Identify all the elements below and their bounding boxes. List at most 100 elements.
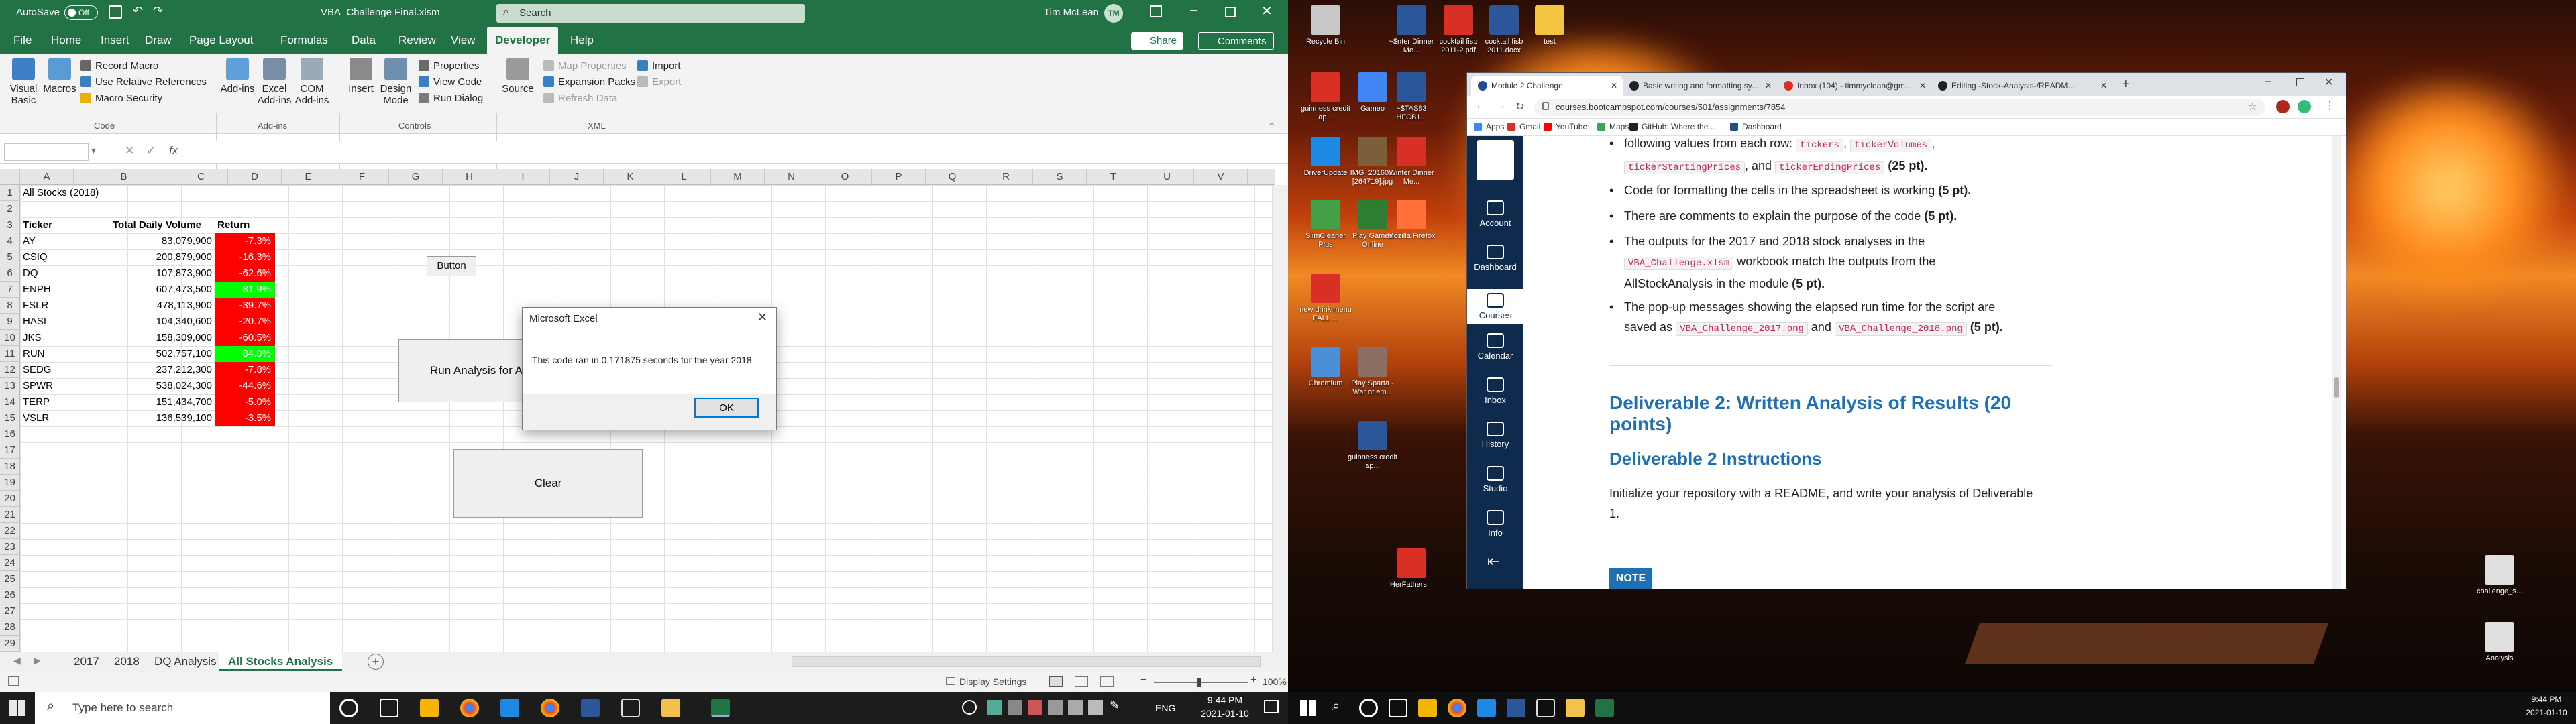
ribbon-tab-formulas[interactable]: Formulas [272,27,336,54]
name-box[interactable] [4,143,89,161]
insert-control-button[interactable]: Insert [342,58,380,95]
volume-cell[interactable]: 478,113,900 [74,298,212,314]
column-header-n[interactable]: N [765,169,818,185]
row-header[interactable]: 17 [0,442,20,459]
desktop-icon[interactable]: DriverUpdate [1299,137,1352,178]
vertical-scrollbar[interactable] [1272,185,1288,652]
properties-button[interactable]: Properties [419,60,479,72]
forward-icon[interactable]: → [1495,100,1506,112]
desktop-icon[interactable]: new drink menu FALL ... [1299,274,1352,323]
return-cell[interactable]: -44.6% [215,378,275,394]
ticker-cell[interactable]: RUN [23,346,45,362]
row-header[interactable]: 25 [0,571,20,587]
ribbon-tab-draw[interactable]: Draw [137,27,180,54]
column-header-e[interactable]: E [282,169,335,185]
row-header[interactable]: 21 [0,507,20,523]
import-button[interactable]: Import [637,60,681,72]
display-settings-icon[interactable] [946,677,955,685]
word-icon[interactable] [1507,699,1525,717]
canvas-nav-history[interactable]: History [1467,422,1523,449]
select-all-corner[interactable] [0,169,20,185]
bookmark-star-icon[interactable]: ☆ [2248,101,2257,113]
collapse-ribbon-icon[interactable]: ⌃ [1268,121,1276,132]
column-header-d[interactable]: D [228,169,282,185]
ticker-cell[interactable]: HASI [23,314,46,330]
desktop-icon[interactable]: ~$TAS83 HFCB1... [1385,72,1438,122]
close-icon[interactable]: ✕ [1261,3,1273,19]
horizontal-scrollbar[interactable] [792,656,1261,667]
canvas-nav-calendar[interactable]: Calendar [1467,333,1523,361]
return-cell[interactable]: 84.0% [215,346,275,362]
row-header[interactable]: 28 [0,619,20,636]
column-header-g[interactable]: G [389,169,443,185]
sheet-tab[interactable]: 2018 [105,652,149,671]
return-cell[interactable]: -62.6% [215,265,275,282]
clear-button[interactable]: Clear [453,449,643,518]
desktop-icon[interactable]: Chromium [1299,347,1352,388]
prev-sheet-icon[interactable]: ◀ [13,655,21,666]
scrollbar-thumb[interactable] [2334,377,2339,398]
page-break-icon[interactable] [1100,676,1114,687]
bookmark-item[interactable]: Gmail [1507,122,1540,131]
pen-icon[interactable]: ✎ [1110,699,1124,713]
windows-start-icon[interactable] [9,700,25,716]
desktop-icon[interactable]: SlimCleaner Plus [1299,200,1352,249]
chrome-tab[interactable]: Module 2 Challenge ✕ [1471,76,1623,96]
address-bar[interactable]: courses.bootcampspot.com/courses/501/ass… [1534,99,2265,116]
column-header-q[interactable]: Q [926,169,979,185]
ribbon-tab-insert[interactable]: Insert [93,27,138,54]
sheet-tab[interactable]: All Stocks Analysis [219,652,343,671]
app-icon[interactable] [1477,699,1496,717]
desktop-icon[interactable]: test [1523,5,1576,46]
cancel-icon[interactable]: ✕ [125,144,134,158]
excel-addins-button[interactable]: Excel Add-ins [255,58,294,106]
row-header[interactable]: 2 [0,201,20,217]
macro-record-icon[interactable] [8,676,19,686]
design-mode-button[interactable]: Design Mode [377,58,415,106]
comments-button[interactable]: Comments [1198,32,1274,50]
avatar[interactable]: TM [1104,4,1123,23]
chrome-icon[interactable] [541,699,559,717]
canvas-nav-studio[interactable]: Studio [1467,466,1523,493]
ticker-cell[interactable]: AY [23,233,36,249]
tab-close-icon[interactable]: ✕ [2100,76,2107,96]
name-box-dropdown-icon[interactable]: ▾ [91,145,96,156]
row-header[interactable]: 22 [0,523,20,539]
column-header-u[interactable]: U [1140,169,1194,185]
desktop-icon[interactable]: guinness credit ap... [1299,72,1352,122]
return-cell[interactable]: -7.3% [215,233,275,249]
search-box[interactable]: ⌕ Search [496,4,805,23]
column-header-f[interactable]: F [335,169,389,185]
ribbon-tab-review[interactable]: Review [390,27,444,54]
zoom-in-icon[interactable]: + [1250,674,1256,686]
zoom-slider-thumb[interactable] [1197,678,1201,687]
add-sheet-icon[interactable]: + [368,654,384,670]
insert-function-icon[interactable]: fx [169,144,178,158]
ticker-cell[interactable]: TERP [23,394,50,410]
clock-time[interactable]: 9:44 PM [2520,695,2573,704]
dialog-close-icon[interactable]: ✕ [757,310,767,324]
run-analysis-button[interactable]: Run Analysis for All [398,339,533,402]
column-header-s[interactable]: S [1033,169,1087,185]
row-header[interactable]: 24 [0,555,20,571]
desktop-icon[interactable]: Play Sparta - War of em... [1346,347,1399,397]
clock-time[interactable]: 9:44 PM [1191,695,1258,705]
normal-view-icon[interactable] [1049,676,1063,687]
row-header[interactable]: 13 [0,378,20,394]
row-header[interactable]: 11 [0,346,20,362]
ticker-cell[interactable]: ENPH [23,282,51,298]
column-header-i[interactable]: I [496,169,550,185]
row-header[interactable]: 3 [0,217,20,233]
return-cell[interactable]: -5.0% [215,394,275,410]
run-dialog-button[interactable]: Run Dialog [419,93,483,104]
tray-icon[interactable] [1008,700,1022,715]
canvas-nav-courses[interactable]: Courses [1467,289,1523,324]
cortana-icon[interactable] [1359,699,1378,717]
app-icon[interactable] [1418,699,1437,717]
row-header[interactable]: 27 [0,603,20,619]
windows-start-icon[interactable] [1300,700,1316,716]
ribbon-tab-help[interactable]: Help [562,27,602,54]
source-button[interactable]: Source [499,58,537,95]
display-settings-label[interactable]: Display Settings [959,676,1026,687]
share-button[interactable]: Share [1131,32,1184,50]
